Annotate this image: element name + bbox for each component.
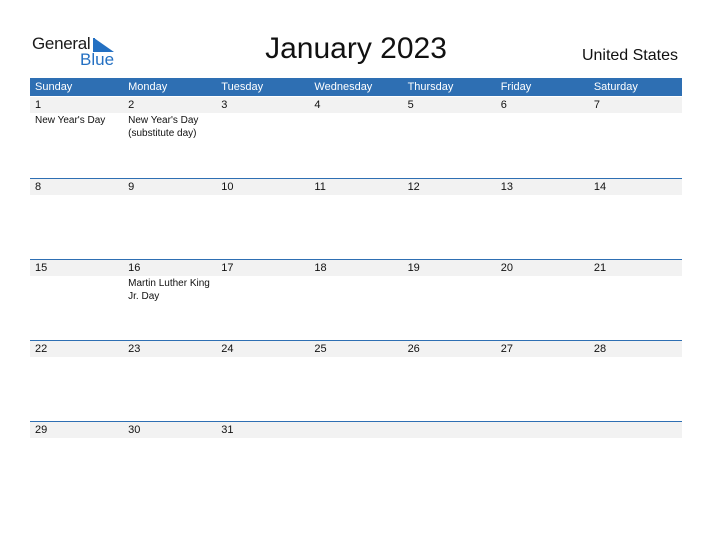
day-number: 16	[123, 260, 217, 276]
day-cell: 12	[402, 179, 496, 259]
week-row: 29 30 31	[30, 421, 682, 438]
day-cell	[588, 422, 682, 438]
day-cell: 2 New Year's Day (substitute day)	[123, 97, 217, 177]
day-cell: 6	[495, 97, 589, 177]
day-cell: 21	[588, 260, 682, 340]
day-cell: 4	[309, 97, 403, 177]
holiday-label: New Year's Day	[35, 115, 106, 126]
weekday-friday: Friday	[500, 81, 532, 93]
day-number: 20	[495, 260, 589, 276]
day-cell: 11	[309, 179, 403, 259]
day-cell: 27	[495, 341, 589, 421]
day-number: 8	[30, 179, 124, 195]
day-cell: 15	[30, 260, 124, 340]
day-number: 14	[588, 179, 682, 195]
day-cell: 31	[216, 422, 310, 438]
day-cell: 24	[216, 341, 310, 421]
day-number: 10	[216, 179, 310, 195]
day-cell: 20	[495, 260, 589, 340]
day-number	[495, 422, 589, 438]
country-label: United States	[581, 47, 678, 64]
day-number: 9	[123, 179, 217, 195]
day-cell: 5	[402, 97, 496, 177]
day-number: 2	[123, 97, 217, 113]
weekday-sunday: Sunday	[35, 81, 73, 93]
day-number: 21	[588, 260, 682, 276]
weekday-saturday: Saturday	[593, 81, 638, 93]
day-cell: 14	[588, 179, 682, 259]
day-cell: 30	[123, 422, 217, 438]
day-cell	[309, 422, 403, 438]
day-number: 3	[216, 97, 310, 113]
day-cell: 13	[495, 179, 589, 259]
day-cell: 7	[588, 97, 682, 177]
day-number: 5	[402, 97, 496, 113]
holiday-label: Martin Luther King Jr. Day	[128, 278, 210, 302]
day-number: 22	[30, 341, 124, 357]
day-number	[588, 422, 682, 438]
day-cell: 22	[30, 341, 124, 421]
day-number: 17	[216, 260, 310, 276]
day-cell: 16 Martin Luther King Jr. Day	[123, 260, 217, 340]
day-number: 4	[309, 97, 403, 113]
day-number: 25	[309, 341, 403, 357]
day-cell: 8	[30, 179, 124, 259]
day-cell	[402, 422, 496, 438]
day-cell: 29	[30, 422, 124, 438]
day-number: 11	[309, 179, 403, 195]
day-number: 7	[588, 97, 682, 113]
day-cell: 9	[123, 179, 217, 259]
week-row: 8 9 10 11 12 13 14	[30, 178, 682, 259]
day-number: 23	[123, 341, 217, 357]
day-cell: 18	[309, 260, 403, 340]
day-number: 29	[30, 422, 124, 438]
day-number: 19	[402, 260, 496, 276]
day-cell: 19	[402, 260, 496, 340]
day-number: 27	[495, 341, 589, 357]
day-number: 12	[402, 179, 496, 195]
day-cell: 3	[216, 97, 310, 177]
day-number: 30	[123, 422, 217, 438]
day-number: 24	[216, 341, 310, 357]
day-cell: 28	[588, 341, 682, 421]
day-number	[309, 422, 403, 438]
day-number: 28	[588, 341, 682, 357]
week-row: 22 23 24 25 26 27 28	[30, 340, 682, 421]
day-cell: 26	[402, 341, 496, 421]
day-cell	[495, 422, 589, 438]
weekday-thursday: Thursday	[407, 81, 454, 93]
week-row: 1 New Year's Day 2 New Year's Day (substitu…	[30, 97, 682, 177]
day-number	[402, 422, 496, 438]
day-cell: 1 New Year's Day	[30, 97, 124, 177]
day-cell: 10	[216, 179, 310, 259]
day-cell: 23	[123, 341, 217, 421]
day-number: 15	[30, 260, 124, 276]
weekday-tuesday: Tuesday	[221, 81, 264, 93]
holiday-label: New Year's Day (substitute day)	[128, 115, 199, 139]
week-row: 15 16 Martin Luther King Jr. Day 17 18 19 20 21	[30, 259, 682, 340]
weekday-wednesday: Wednesday	[314, 81, 373, 93]
day-number: 18	[309, 260, 403, 276]
day-number: 1	[30, 97, 124, 113]
day-number: 6	[495, 97, 589, 113]
day-cell: 25	[309, 341, 403, 421]
weekday-header: Sunday Monday Tuesday Wednesday Thursday…	[30, 78, 682, 96]
day-number: 31	[216, 422, 310, 438]
day-number: 26	[402, 341, 496, 357]
day-cell: 17	[216, 260, 310, 340]
weekday-monday: Monday	[128, 81, 168, 93]
day-number: 13	[495, 179, 589, 195]
